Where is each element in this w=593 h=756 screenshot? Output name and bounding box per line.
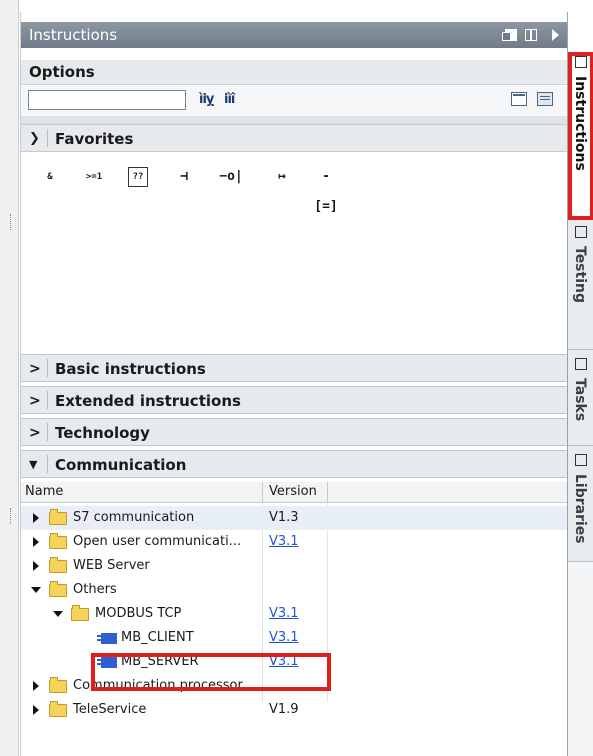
expand-arrow-icon[interactable] <box>33 681 39 691</box>
instructions-panel: Instructions Options ìiỵ iìî ❯ Favorites… <box>20 12 568 756</box>
version-link[interactable]: V3.1 <box>269 530 299 554</box>
chevron-down-icon: ❯ <box>29 131 40 146</box>
float-window-icon[interactable] <box>502 29 517 41</box>
splitter-grip[interactable] <box>10 214 14 230</box>
section-extended-instructions[interactable]: > Extended instructions <box>21 386 567 414</box>
tab-testing[interactable]: Testing <box>568 218 593 350</box>
expand-arrow-icon[interactable] <box>33 537 39 547</box>
and-box-icon[interactable]: & <box>35 162 65 192</box>
normally-closed-contact-icon[interactable]: −o| <box>216 162 246 192</box>
libraries-icon <box>575 454 587 466</box>
highlight-box <box>91 653 331 691</box>
section-technology[interactable]: > Technology <box>21 418 567 446</box>
tree-row[interactable]: S7 communication V1.3 <box>21 506 567 530</box>
tree-column-header: Name Version <box>21 482 567 503</box>
normally-open-contact-icon[interactable]: ⊣ <box>169 162 199 192</box>
expand-arrow-icon[interactable] <box>33 705 39 715</box>
version-link[interactable]: V3.1 <box>269 626 299 650</box>
version-link[interactable]: V3.1 <box>269 602 299 626</box>
splitter-grip[interactable] <box>10 508 14 524</box>
folder-icon <box>49 509 67 525</box>
or-box-icon[interactable]: >=1 <box>79 162 109 192</box>
search-down-icon[interactable]: ìiỵ <box>199 92 214 107</box>
tree-row[interactable]: Others <box>21 578 567 602</box>
folder-icon <box>49 533 67 549</box>
open-branch-icon[interactable]: ↦ <box>267 162 297 192</box>
chevron-right-icon: > <box>29 361 41 377</box>
collapse-arrow-icon[interactable] <box>53 611 63 617</box>
chevron-right-icon: > <box>29 393 41 409</box>
panel-titlebar: Instructions <box>21 22 567 48</box>
output-coil-icon[interactable]: -[=] <box>311 162 341 214</box>
search-input[interactable] <box>28 90 186 110</box>
column-version[interactable]: Version <box>262 482 328 502</box>
dock-window-icon[interactable] <box>525 29 537 41</box>
empty-box-icon[interactable]: ?? <box>128 167 148 187</box>
tasks-icon <box>575 358 587 370</box>
collapse-arrow-icon[interactable] <box>552 29 559 41</box>
list-view-icon[interactable] <box>537 92 553 106</box>
tab-libraries[interactable]: Libraries <box>568 446 593 562</box>
section-label: Extended instructions <box>55 392 241 410</box>
options-label: Options <box>29 63 95 81</box>
options-header[interactable]: Options <box>21 60 567 85</box>
tree-row[interactable]: MB_CLIENT V3.1 <box>21 626 567 650</box>
tree-row[interactable]: Open user communicati... V3.1 <box>21 530 567 554</box>
favorites-area: & >=1 ?? ⊣ −o| ↦ -[=] <box>21 154 567 364</box>
chevron-down-icon: ▼ <box>29 458 38 471</box>
expand-arrow-icon[interactable] <box>33 561 39 571</box>
tab-tasks[interactable]: Tasks <box>568 350 593 446</box>
column-name[interactable]: Name <box>25 482 63 502</box>
section-label: Communication <box>55 456 187 474</box>
section-label: Favorites <box>55 130 134 148</box>
separator-band <box>21 116 567 124</box>
folder-icon <box>49 557 67 573</box>
panel-title: Instructions <box>29 26 118 44</box>
highlight-box <box>568 52 593 220</box>
search-row: ìiỵ iìî <box>21 86 567 117</box>
testing-icon <box>575 226 587 238</box>
folder-icon <box>49 581 67 597</box>
search-up-icon[interactable]: iìî <box>224 92 235 107</box>
panel-view-icon[interactable] <box>511 92 527 106</box>
function-block-icon <box>97 633 117 644</box>
folder-icon <box>49 701 67 717</box>
section-label: Technology <box>55 424 150 442</box>
chevron-right-icon: > <box>29 425 41 441</box>
left-workspace-strip <box>0 0 19 756</box>
side-tab-bar: Instructions Testing Tasks Libraries <box>567 48 593 756</box>
section-label: Basic instructions <box>55 360 206 378</box>
tree-row[interactable]: WEB Server <box>21 554 567 578</box>
tree-row[interactable]: TeleService V1.9 <box>21 698 567 722</box>
tree-row[interactable]: MODBUS TCP V3.1 <box>21 602 567 626</box>
section-basic-instructions[interactable]: > Basic instructions <box>21 354 567 382</box>
collapse-arrow-icon[interactable] <box>31 587 41 593</box>
expand-arrow-icon[interactable] <box>33 513 39 523</box>
folder-icon <box>49 677 67 693</box>
section-communication[interactable]: ▼ Communication <box>21 450 567 478</box>
section-favorites[interactable]: ❯ Favorites <box>21 124 567 152</box>
folder-icon <box>71 605 89 621</box>
